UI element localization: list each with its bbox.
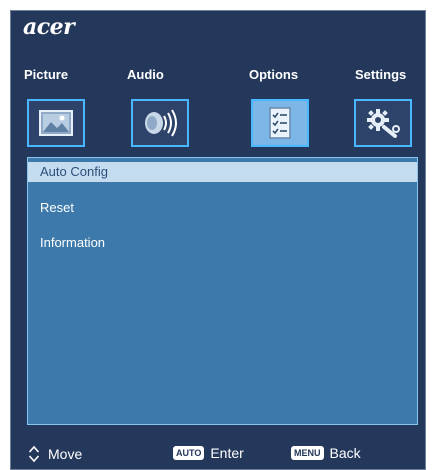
tab-picture-label[interactable]: Picture xyxy=(24,67,68,82)
auto-key-badge: AUTO xyxy=(173,446,205,460)
back-hint: MENU Back xyxy=(291,445,361,461)
tab-picture[interactable] xyxy=(27,99,85,147)
tab-settings[interactable] xyxy=(354,99,412,147)
tab-options-label[interactable]: Options xyxy=(249,67,298,82)
tab-audio[interactable] xyxy=(131,99,189,147)
options-icon xyxy=(269,107,291,139)
audio-icon xyxy=(145,109,177,137)
settings-icon xyxy=(367,109,400,138)
osd-window: acer Picture Audio Options Settings Auto… xyxy=(10,10,426,470)
menu-item-auto-config[interactable]: Auto Config xyxy=(28,162,417,182)
enter-label: Enter xyxy=(210,445,244,461)
tab-options[interactable] xyxy=(251,99,309,147)
acer-logo: acer xyxy=(23,14,75,40)
move-hint: Move xyxy=(28,445,82,463)
move-label: Move xyxy=(48,446,83,462)
up-down-arrow-icon xyxy=(28,445,40,463)
back-label: Back xyxy=(329,445,361,461)
menu-item-reset[interactable]: Reset xyxy=(28,198,417,218)
picture-icon xyxy=(39,110,73,136)
menu-item-information[interactable]: Information xyxy=(28,233,417,253)
menu-key-badge: MENU xyxy=(291,446,324,460)
enter-hint: AUTO Enter xyxy=(173,445,244,461)
options-menu-panel: Auto Config Reset Information xyxy=(27,157,418,425)
osd-footer: Move AUTO Enter MENU Back xyxy=(11,439,425,469)
tab-settings-label[interactable]: Settings xyxy=(355,67,406,82)
tab-audio-label[interactable]: Audio xyxy=(127,67,164,82)
